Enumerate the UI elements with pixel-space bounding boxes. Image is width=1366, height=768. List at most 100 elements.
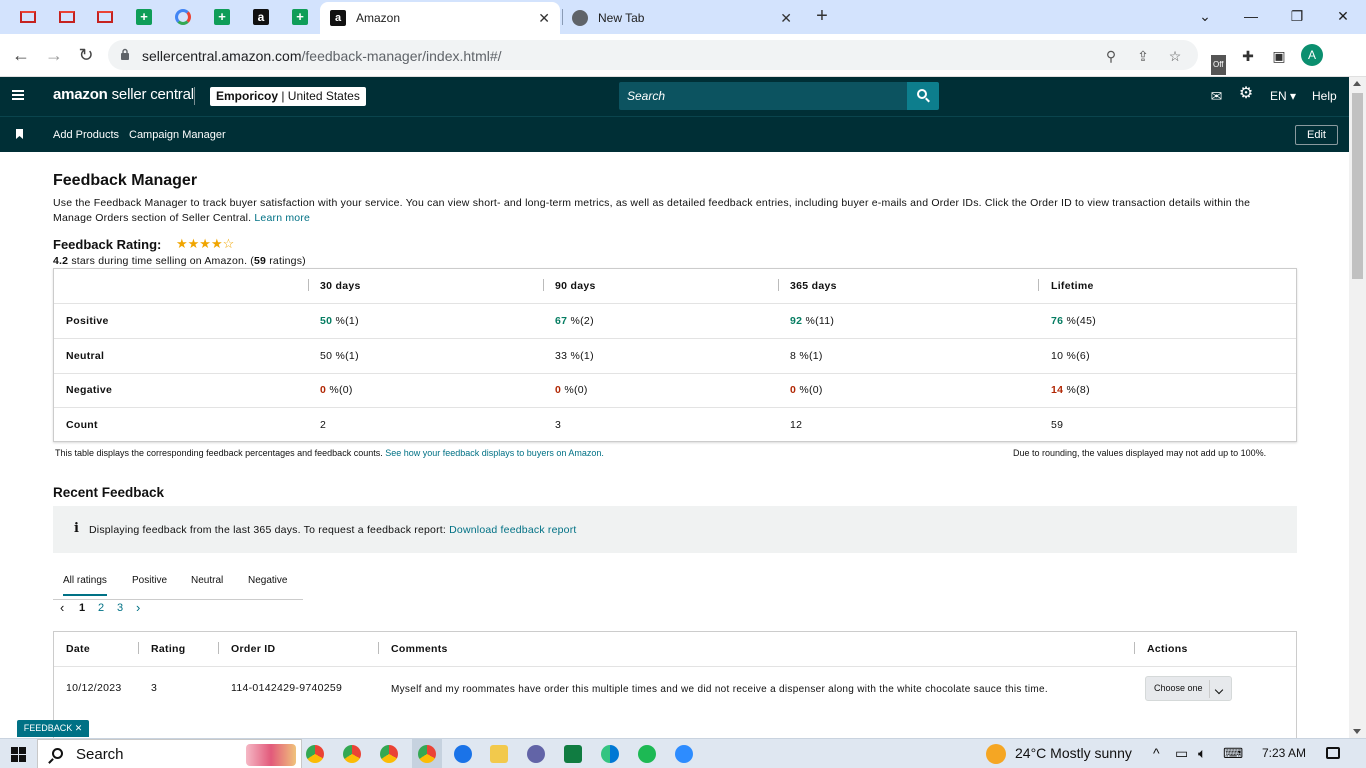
back-arrow-icon[interactable]: ← [10,44,32,66]
chrome-icon[interactable] [343,745,361,763]
dropdown-label: Choose one [1154,683,1203,693]
sheets-icon[interactable]: + [289,6,311,28]
scroll-down-icon[interactable] [1353,729,1361,734]
language-selector[interactable]: EN ▾ [1270,89,1296,103]
page-title: Feedback Manager [53,172,198,189]
scroll-up-icon[interactable] [1353,81,1361,86]
gmail-icon[interactable] [94,6,116,28]
bookmark-icon [16,129,23,139]
column-divider [308,279,309,291]
gmail-icon[interactable] [56,6,78,28]
notification-icon[interactable] [1326,747,1340,759]
tab-neutral[interactable]: Neutral [191,575,223,586]
pager-next-icon[interactable]: › [136,600,140,615]
chrome-icon[interactable] [418,745,436,763]
google-icon[interactable] [172,6,194,28]
column-divider [1038,279,1039,291]
extension-off-icon[interactable]: Off [1209,46,1229,75]
order-id-link[interactable]: 114-0142429-9740259 [231,682,342,694]
tab-new-tab[interactable]: New Tab ✕ [562,2,802,34]
bookmarks-bar: Add Products Campaign Manager Edit [0,116,1349,152]
learn-more-link[interactable]: Learn more [254,212,310,224]
table-row: Count 2 3 12 59 [54,408,1296,443]
download-report-link[interactable]: Download feedback report [449,524,576,536]
new-tab-icon[interactable]: + [812,6,832,26]
feedback-tab-button[interactable]: FEEDBACK ✕ [17,720,89,737]
search-input[interactable]: Search [619,82,909,110]
gear-icon[interactable]: ⚙ [1238,86,1254,102]
bookmark-star-icon[interactable]: ☆ [1166,47,1184,65]
rounding-note: Due to rounding, the values displayed ma… [1013,448,1267,458]
info-alert: i Displaying feedback from the last 365 … [53,506,1297,553]
profile-avatar[interactable]: A [1301,44,1323,66]
tab-positive[interactable]: Positive [132,575,167,586]
info-text: Displaying feedback from the last 365 da… [89,524,577,536]
reload-icon[interactable]: ↻ [75,44,97,66]
restore-icon[interactable]: ❐ [1285,5,1309,27]
chrome-icon[interactable] [380,745,398,763]
nav-add-products[interactable]: Add Products [53,129,119,141]
close-tab-icon[interactable]: ✕ [538,10,550,27]
actions-dropdown[interactable]: Choose one [1145,676,1232,701]
sheets-icon[interactable]: + [133,6,155,28]
sheets-icon[interactable]: + [211,6,233,28]
edge-icon[interactable] [601,745,619,763]
metric-cell: 12 [790,419,803,431]
network-icon[interactable]: ▭ [1175,745,1188,762]
buyer-display-link[interactable]: See how your feedback displays to buyers… [385,448,604,458]
volume-icon[interactable]: 🔈︎ [1198,745,1206,762]
share-icon[interactable]: ⇪ [1134,47,1152,65]
help-link[interactable]: Help [1312,89,1337,103]
app-icon[interactable] [454,745,472,763]
store-switcher[interactable]: Emporicoy | United States [210,87,366,106]
weather-text[interactable]: 24°C Mostly sunny [1015,745,1132,761]
search-button[interactable] [907,82,939,110]
seller-central-logo[interactable]: amazon seller central [53,86,194,103]
pager-prev-icon[interactable]: ‹ [60,600,64,615]
keyboard-icon[interactable]: ⌨ [1223,745,1243,762]
gmail-icon[interactable] [17,6,39,28]
zoom-app-icon[interactable] [675,745,693,763]
pager-page-2[interactable]: 2 [98,602,104,614]
recent-feedback-title: Recent Feedback [53,485,165,500]
edit-button[interactable]: Edit [1295,125,1338,145]
pager-page-1[interactable]: 1 [79,602,85,614]
close-tab-icon[interactable]: ✕ [780,10,792,27]
address-bar[interactable]: sellercentral.amazon.com/feedback-manage… [108,40,1198,70]
extensions-puzzle-icon[interactable]: ✚ [1238,46,1258,66]
metric-cell: 14 %(8) [1051,384,1090,396]
spotify-icon[interactable] [638,745,656,763]
tab-amazon[interactable]: a Amazon ✕ [320,2,560,34]
clock[interactable]: 7:23 AM [1262,746,1306,760]
windows-start-icon[interactable] [11,747,26,762]
tab-title: New Tab [598,11,645,25]
app-icon[interactable] [527,745,545,763]
tray-overflow-icon[interactable]: ^ [1153,745,1160,761]
scroll-thumb[interactable] [1352,93,1363,279]
nav-campaign-manager[interactable]: Campaign Manager [129,129,226,141]
tab-negative[interactable]: Negative [248,575,287,586]
table-header-row: 30 days 90 days 365 days Lifetime [54,269,1296,304]
zoom-icon[interactable]: ⚲ [1102,47,1120,65]
side-panel-icon[interactable]: ▣ [1269,46,1289,66]
taskbar-search-input[interactable]: Search [37,739,302,768]
excel-icon[interactable] [564,745,582,763]
divider [1209,680,1210,698]
close-window-icon[interactable]: ✕ [1331,5,1355,27]
column-header: Date [66,643,90,655]
file-explorer-icon[interactable] [490,745,508,763]
table-footnote: This table displays the corresponding fe… [55,448,604,458]
tab-all-ratings[interactable]: All ratings [63,575,107,596]
tab-search-chevron-icon[interactable]: ⌄ [1193,5,1217,27]
forward-arrow-icon[interactable]: → [43,44,65,66]
pager-page-3[interactable]: 3 [117,602,123,614]
mail-icon[interactable]: ✉ [1209,88,1224,104]
search-highlight-icon [246,744,296,766]
page-scrollbar[interactable] [1349,77,1366,738]
amazon-icon[interactable]: a [250,6,272,28]
chrome-icon[interactable] [306,745,324,763]
weather-icon [986,744,1006,764]
hamburger-menu-icon[interactable] [12,90,24,100]
feedback-date: 10/12/2023 [66,682,122,694]
minimize-icon[interactable]: — [1239,5,1263,27]
